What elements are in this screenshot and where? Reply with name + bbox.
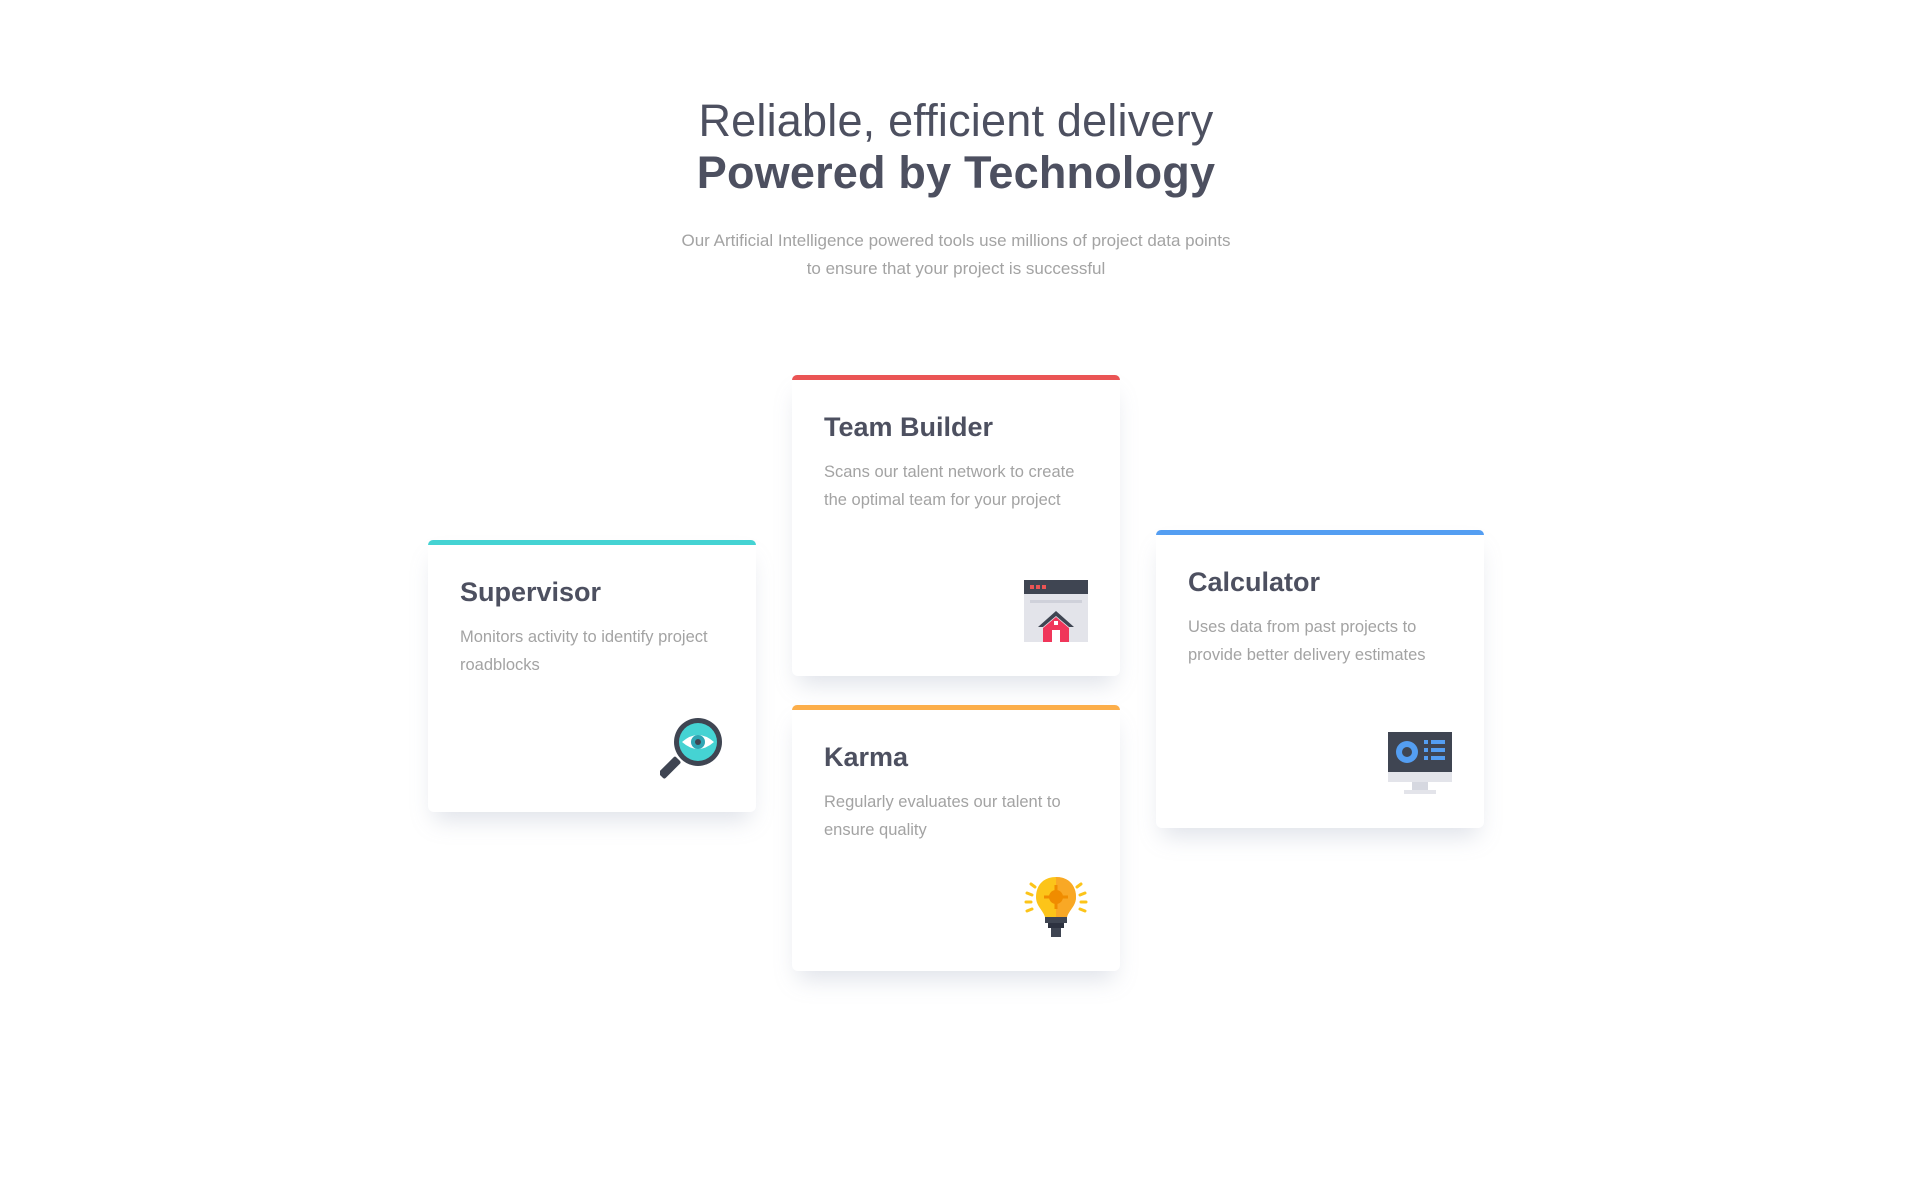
calculator-card: Calculator Uses data from past projects …	[1156, 530, 1484, 828]
section-header: Reliable, efficient delivery Powered by …	[0, 95, 1912, 283]
calculator-card-accent-bar	[1156, 530, 1484, 535]
section-subtitle: Our Artificial Intelligence powered tool…	[681, 231, 1231, 278]
heading-light: Reliable, efficient delivery	[698, 95, 1214, 146]
lightbulb-icon	[1024, 875, 1088, 939]
team-builder-card: Team Builder Scans our talent network to…	[792, 375, 1120, 676]
karma-card-description: Regularly evaluates our talent to ensure…	[824, 793, 1061, 839]
monitor-dashboard-icon	[1388, 732, 1452, 796]
team-builder-card-accent-bar	[792, 375, 1120, 380]
page: Reliable, efficient delivery Powered by …	[0, 0, 1912, 1190]
team-builder-card-description: Scans our talent network to create the o…	[824, 463, 1075, 509]
supervisor-card-title: Supervisor	[460, 577, 602, 607]
supervisor-card: Supervisor Monitors activity to identify…	[428, 540, 756, 812]
karma-card-accent-bar	[792, 705, 1120, 710]
heading-bold: Powered by Technology	[696, 147, 1216, 198]
karma-card: Karma Regularly evaluates our talent to …	[792, 705, 1120, 971]
team-builder-card-title: Team Builder	[824, 412, 994, 442]
supervisor-card-description: Monitors activity to identify project ro…	[460, 628, 708, 674]
house-window-icon	[1024, 580, 1088, 644]
magnifier-eye-icon	[660, 716, 724, 780]
calculator-card-title: Calculator	[1188, 567, 1321, 597]
karma-card-title: Karma	[824, 742, 909, 772]
calculator-card-description: Uses data from past projects to provide …	[1188, 618, 1426, 664]
supervisor-card-accent-bar	[428, 540, 756, 545]
